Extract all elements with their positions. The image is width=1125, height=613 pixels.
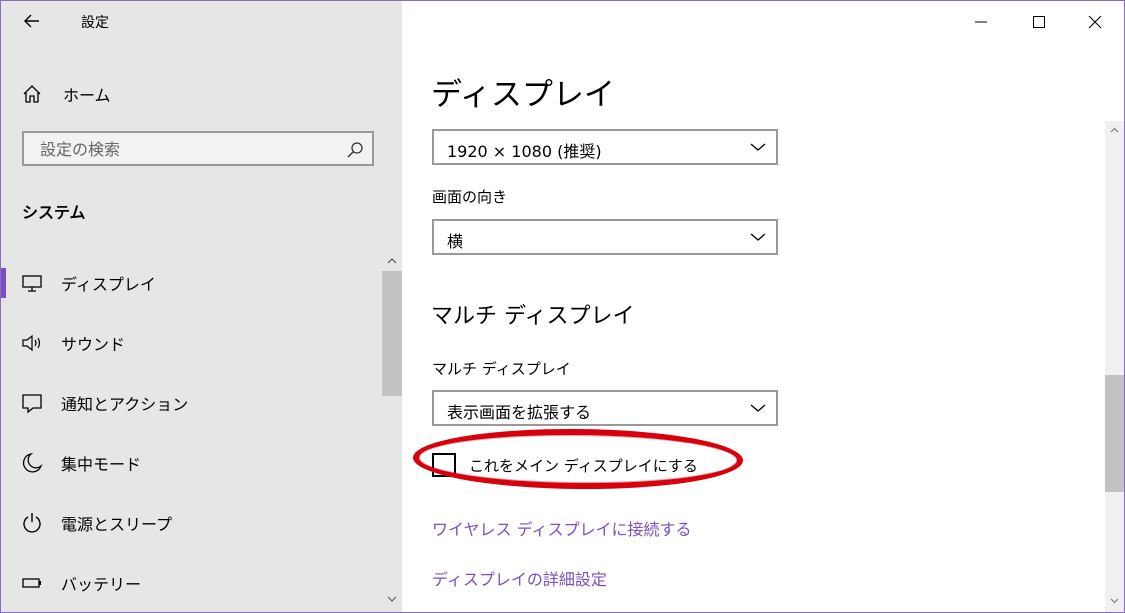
sidebar-scroll-thumb[interactable] [382,271,402,396]
sidebar-item-battery[interactable]: バッテリー [1,553,382,612]
sidebar: 設定 ホーム システム ディスプレイ [1,1,402,612]
chevron-down-icon[interactable] [1109,595,1120,606]
maximize-icon [1033,16,1045,28]
chevron-down-icon [750,233,766,241]
sidebar-item-label: ディスプレイ [61,275,156,294]
home-label: ホーム [63,86,111,105]
battery-icon [22,578,41,588]
sidebar-item-label: 集中モード [61,455,142,474]
close-icon [1088,15,1102,29]
chevron-down-icon [750,404,766,412]
search-icon[interactable] [346,141,364,159]
back-arrow-icon [24,14,39,28]
sidebar-item-focus[interactable]: 集中モード [1,433,382,493]
red-highlight-ellipse [412,427,744,491]
sidebar-item-label: 電源とスリープ [61,515,173,534]
wireless-display-link[interactable]: ワイヤレス ディスプレイに接続する [432,516,692,540]
back-button[interactable] [19,9,47,33]
sidebar-item-sound[interactable]: サウンド [1,313,382,373]
resolution-dropdown[interactable]: 1920 × 1080 (推奨) [432,129,778,165]
sidebar-item-label: サウンド [61,335,126,354]
sidebar-item-label: バッテリー [61,575,142,594]
moon-icon [22,452,43,473]
sidebar-item-notifications[interactable]: 通知とアクション [1,373,382,433]
orientation-value: 横 [447,232,464,251]
maximize-button[interactable] [1011,1,1067,43]
minimize-button[interactable] [953,1,1009,43]
home-icon [23,85,41,103]
notification-icon [22,394,42,414]
app-title: 設定 [81,15,109,31]
nav-list: ディスプレイ サウンド 通知とアクション 集中モード 電源とスリープ バッテリー [1,253,382,612]
minimize-icon [975,21,987,23]
chevron-down-icon[interactable] [386,593,398,605]
sidebar-item-label: 通知とアクション [61,395,189,414]
power-icon [23,513,41,533]
main-scrollbar[interactable] [1105,121,1124,612]
orientation-label: 画面の向き [432,188,508,206]
main-scroll-thumb[interactable] [1105,375,1124,492]
chevron-up-icon[interactable] [386,255,398,267]
resolution-value: 1920 × 1080 (推奨) [447,142,602,161]
settings-window: 設定 ホーム システム ディスプレイ [0,0,1125,613]
page-title: ディスプレイ [431,77,615,113]
home-link[interactable]: ホーム [21,81,111,107]
main-panel: ディスプレイ 1920 × 1080 (推奨) 画面の向き 横 マルチ ディスプ… [402,1,1124,612]
advanced-display-link[interactable]: ディスプレイの詳細設定 [432,566,607,590]
orientation-dropdown[interactable]: 横 [432,219,778,255]
section-title: システム [22,203,86,222]
sidebar-scrollbar[interactable] [382,253,402,612]
multi-display-label: マルチ ディスプレイ [432,360,571,378]
multi-display-value: 表示画面を拡張する [447,403,592,422]
monitor-icon [22,275,42,292]
speaker-icon [22,334,41,352]
sidebar-item-display[interactable]: ディスプレイ [1,253,382,313]
search-box[interactable] [22,131,374,166]
chevron-up-icon[interactable] [1109,125,1120,136]
multi-display-heading: マルチ ディスプレイ [431,304,635,329]
chevron-down-icon [750,143,766,151]
search-input[interactable] [38,138,342,161]
multi-display-dropdown[interactable]: 表示画面を拡張する [432,390,778,426]
sidebar-item-power[interactable]: 電源とスリープ [1,493,382,553]
close-button[interactable] [1067,1,1123,43]
